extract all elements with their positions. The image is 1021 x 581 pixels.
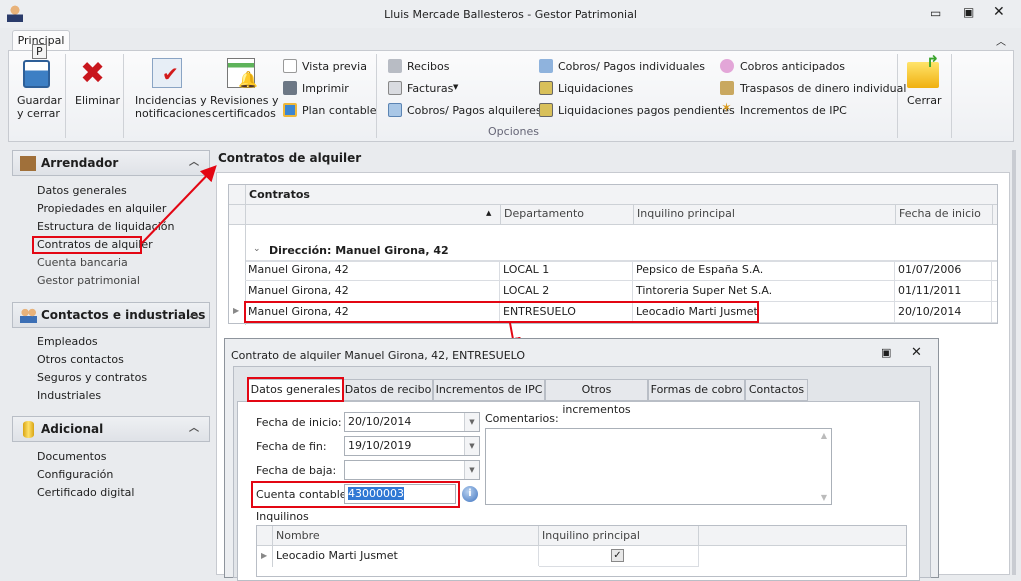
chevron-down-icon[interactable]: ▼ xyxy=(464,437,479,455)
info-icon[interactable]: i xyxy=(462,486,478,502)
scroll-down-icon[interactable]: ▼ xyxy=(821,493,827,502)
principal-checkbox[interactable]: ✓ xyxy=(539,546,699,567)
tab-incrementos-ipc[interactable]: Incrementos de IPC xyxy=(433,379,545,401)
comments-label: Comentarios: xyxy=(485,412,559,425)
highlight-tab xyxy=(247,377,344,402)
cancel-date-field[interactable]: ▼ xyxy=(344,460,480,480)
chevron-down-icon[interactable]: ▼ xyxy=(464,461,479,479)
start-date-label: Fecha de inicio: xyxy=(256,416,342,429)
column-header-nombre[interactable]: Nombre xyxy=(273,526,539,546)
start-date-field[interactable]: 20/10/2014 ▼ xyxy=(344,412,480,432)
chevron-down-icon[interactable]: ▼ xyxy=(464,413,479,431)
highlight-account xyxy=(251,481,460,508)
end-date-field[interactable]: 19/10/2019 ▼ xyxy=(344,436,480,456)
dialog-title: Contrato de alquiler Manuel Girona, 42, … xyxy=(231,349,526,362)
cancel-date-label: Fecha de baja: xyxy=(256,464,337,477)
tab-otros-incrementos[interactable]: Otros incrementos xyxy=(545,379,648,416)
dialog-close-button[interactable]: ✕ xyxy=(911,345,922,360)
comments-textarea[interactable]: ▲ ▼ xyxy=(485,428,832,505)
scroll-up-icon[interactable]: ▲ xyxy=(821,431,827,440)
row-indicator-icon: ▶ xyxy=(261,551,268,560)
end-date-label: Fecha de fin: xyxy=(256,440,327,453)
tenants-label: Inquilinos xyxy=(256,510,309,523)
tab-datos-recibo[interactable]: Datos de recibo xyxy=(343,379,433,401)
column-header-principal[interactable]: Inquilino principal xyxy=(539,526,699,546)
arrow-to-title xyxy=(141,165,217,244)
dialog-maximize-button[interactable]: ▣ xyxy=(881,346,891,359)
checkmark-icon: ✓ xyxy=(611,549,624,562)
tab-contactos[interactable]: Contactos xyxy=(745,379,808,401)
tenants-grid: Nombre Inquilino principal ▶ Leocadio Ma… xyxy=(256,525,907,577)
tab-formas-cobro[interactable]: Formas de cobro xyxy=(648,379,745,401)
